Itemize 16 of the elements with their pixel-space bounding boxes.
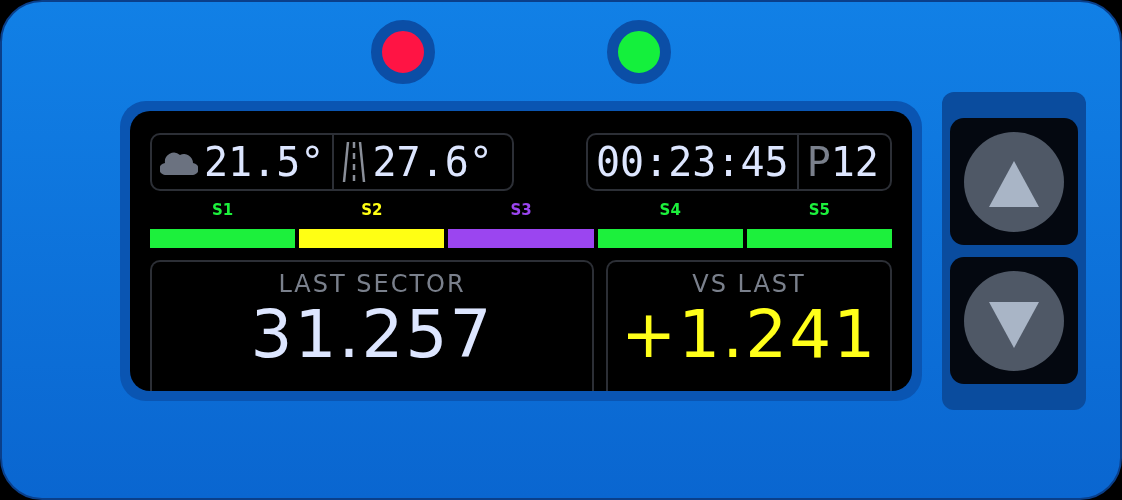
card-value: +1.241 xyxy=(620,302,878,368)
session-time: 00:23:45 xyxy=(596,139,789,185)
card-label: LAST SECTOR xyxy=(278,270,466,298)
sector-label: S1 xyxy=(211,201,234,219)
sector-label: S2 xyxy=(361,201,383,219)
card-value: 31.257 xyxy=(250,302,494,368)
card-label: VS LAST xyxy=(692,270,806,298)
sector-label: S4 xyxy=(659,201,681,219)
up-button[interactable] xyxy=(950,118,1078,245)
track-temperature: 27.6° xyxy=(372,139,493,185)
sector-label: S3 xyxy=(510,201,532,219)
sector-label: S5 xyxy=(808,201,831,219)
down-button[interactable] xyxy=(950,257,1078,384)
position-readout: P12 xyxy=(806,139,879,185)
air-temperature: 21.5° xyxy=(204,139,325,185)
road-icon xyxy=(342,140,367,184)
